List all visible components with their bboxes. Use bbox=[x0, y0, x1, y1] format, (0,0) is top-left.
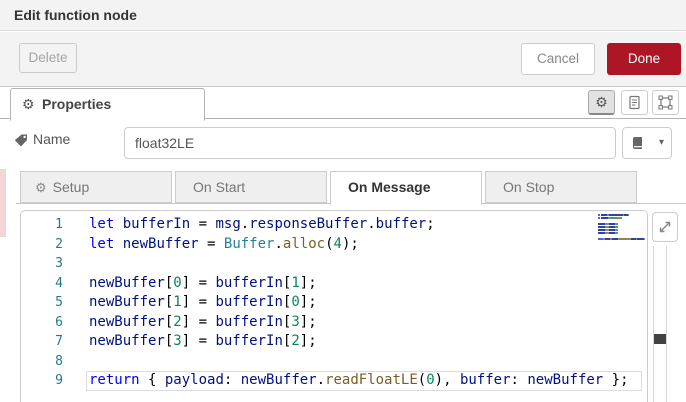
expand-arrows-icon bbox=[659, 221, 671, 233]
tab-on-message[interactable]: On Message bbox=[330, 171, 482, 205]
gear-icon: ⚙ bbox=[595, 94, 608, 110]
minimap-row bbox=[598, 226, 645, 228]
minimap-row bbox=[598, 238, 645, 240]
description-button[interactable] bbox=[621, 90, 648, 115]
dialog-title: Edit function node bbox=[14, 7, 137, 23]
select-frame-icon bbox=[658, 95, 673, 110]
tab-on-start[interactable]: On Start bbox=[175, 171, 327, 203]
gear-icon: ⚙ bbox=[22, 96, 35, 112]
code-line[interactable]: newBuffer[1] = bufferIn[0]; bbox=[89, 293, 629, 313]
code-line[interactable]: let newBuffer = Buffer.alloc(4); bbox=[89, 235, 629, 255]
tray-scrollbar-thumb[interactable] bbox=[654, 334, 666, 344]
name-label: Name bbox=[33, 131, 71, 147]
expand-editor-button[interactable] bbox=[652, 212, 678, 242]
expand-frame-button[interactable] bbox=[652, 90, 679, 115]
line-number: 9 bbox=[55, 373, 63, 388]
cancel-button[interactable]: Cancel bbox=[521, 43, 595, 75]
tab-label: On Stop bbox=[503, 179, 555, 195]
code-line[interactable] bbox=[89, 352, 629, 372]
line-number: 2 bbox=[55, 236, 63, 252]
book-icon bbox=[633, 137, 642, 149]
minimap-row bbox=[598, 223, 645, 225]
code-line[interactable]: newBuffer[2] = bufferIn[3]; bbox=[89, 313, 629, 333]
minimap-row bbox=[598, 232, 645, 234]
tab-setup[interactable]: ⚙ Setup bbox=[20, 171, 172, 203]
properties-tab-label: Properties bbox=[42, 96, 112, 112]
done-button[interactable]: Done bbox=[607, 43, 681, 75]
code-line[interactable]: newBuffer[0] = bufferIn[1]; bbox=[89, 274, 629, 294]
tab-on-stop[interactable]: On Stop bbox=[485, 171, 637, 203]
editor-minimap[interactable] bbox=[598, 214, 645, 241]
chevron-down-icon: ▾ bbox=[658, 137, 664, 148]
tab-properties[interactable]: ⚙ Properties bbox=[10, 88, 205, 121]
library-button[interactable]: ▾ bbox=[622, 127, 672, 159]
code-line[interactable]: let bufferIn = msg.responseBuffer.buffer… bbox=[89, 215, 629, 235]
line-number: 1 bbox=[55, 217, 63, 232]
delete-button[interactable]: Delete bbox=[19, 43, 77, 73]
line-number: 6 bbox=[55, 314, 63, 330]
tab-label: On Message bbox=[348, 179, 431, 195]
gear-icon: ⚙ bbox=[35, 180, 47, 195]
code-editor[interactable]: 1 2 3 4 5 6 7 8 9 let bufferIn = msg.responseBuf… bbox=[20, 210, 648, 402]
minimap-row bbox=[598, 214, 645, 216]
tab-label: On Start bbox=[193, 179, 246, 195]
dialog-header: Edit function node bbox=[0, 0, 686, 31]
minimap-row bbox=[598, 235, 645, 237]
document-icon bbox=[629, 95, 640, 110]
edit-function-dialog: Edit function node Delete Cancel Done ⚙ … bbox=[0, 0, 686, 402]
line-number: 7 bbox=[55, 334, 63, 349]
minimap-row bbox=[598, 229, 645, 231]
code-line[interactable]: return { payload: newBuffer.readFloatLE(… bbox=[86, 371, 642, 391]
editor-gutter[interactable]: 1 2 3 4 5 6 7 8 9 bbox=[21, 215, 63, 391]
settings-button[interactable]: ⚙ bbox=[588, 90, 615, 115]
line-number: 8 bbox=[55, 353, 63, 369]
tab-label: Setup bbox=[52, 179, 90, 195]
minimap-row bbox=[598, 217, 645, 219]
line-number: 4 bbox=[55, 275, 63, 291]
tag-icon bbox=[14, 134, 27, 147]
line-number: 3 bbox=[55, 256, 63, 271]
dialog-toolbar: Delete Cancel Done bbox=[0, 32, 686, 87]
code-line[interactable] bbox=[89, 254, 629, 274]
code-line[interactable]: newBuffer[3] = bufferIn[2]; bbox=[89, 332, 629, 352]
tray-scrollbar[interactable] bbox=[653, 246, 667, 402]
name-input[interactable] bbox=[124, 127, 616, 159]
line-number: 5 bbox=[55, 295, 63, 310]
editor-code[interactable]: let bufferIn = msg.responseBuffer.buffer… bbox=[86, 215, 642, 391]
background-artifact bbox=[0, 169, 6, 237]
minimap-row bbox=[598, 220, 645, 222]
